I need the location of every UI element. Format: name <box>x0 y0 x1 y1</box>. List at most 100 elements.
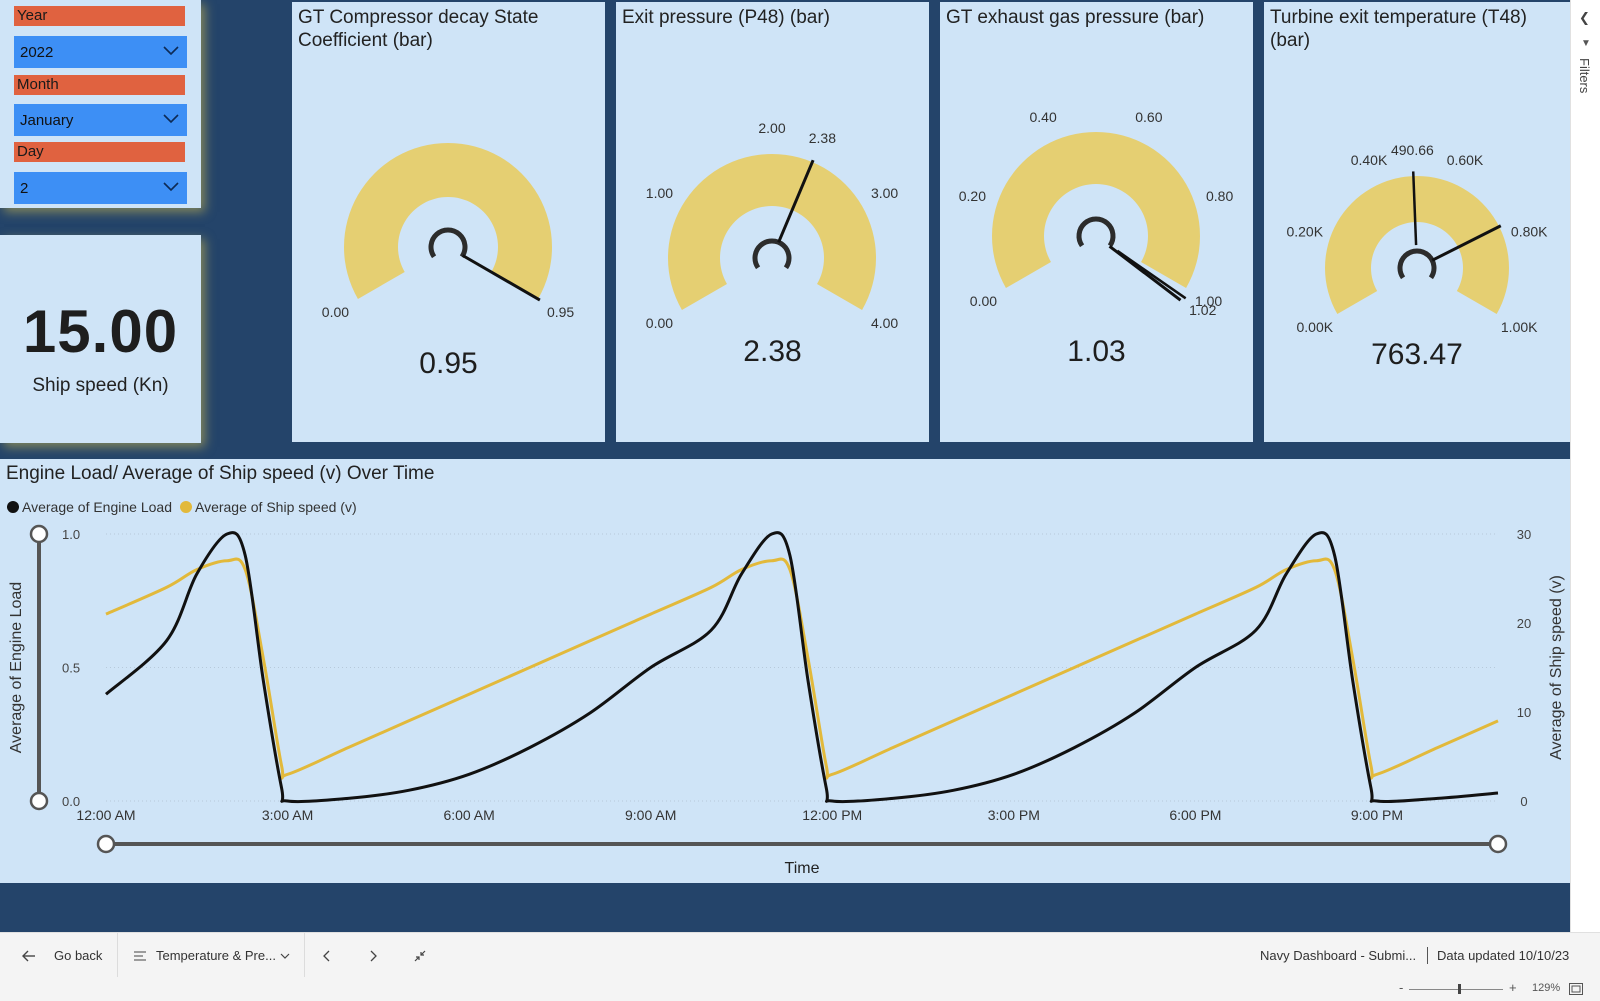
gauge-tick-label: 1.00 <box>646 185 673 201</box>
page-name: Temperature & Pre... <box>156 948 276 963</box>
x-tick-label: 3:00 PM <box>988 807 1040 823</box>
year-dropdown-value: 2022 <box>20 44 54 61</box>
gauge-hub <box>428 227 468 259</box>
ship-speed-label: Ship speed (Kn) <box>32 375 169 396</box>
x-zoom-slider-handle[interactable] <box>96 834 116 854</box>
menu-lines-icon <box>134 951 146 960</box>
legend-label: Average of Ship speed (v) <box>194 499 357 515</box>
data-updated-text: Data updated 10/10/23 <box>1437 948 1570 963</box>
gauge-value: 763.47 <box>1371 338 1463 371</box>
x-zoom-slider-handle[interactable] <box>1488 834 1508 854</box>
gauge-value: 2.38 <box>743 335 802 368</box>
chart-title: Engine Load/ Average of Ship speed (v) O… <box>6 463 435 484</box>
gauge-tick-label: 0.40 <box>1029 109 1056 125</box>
chevron-down-icon <box>163 114 179 124</box>
gauge-tick-label: 4.00 <box>871 315 898 331</box>
month-dropdown[interactable]: January <box>14 104 187 136</box>
gauge-tick-label: 0.00 <box>322 304 349 320</box>
zoom-slider-handle[interactable] <box>1458 984 1461 994</box>
divider <box>304 933 305 978</box>
gauge-tick-label: 3.00 <box>871 185 898 201</box>
month-dropdown-value: January <box>20 112 74 129</box>
gauge-hub <box>752 238 792 270</box>
arrow-left-icon <box>22 950 35 961</box>
chevron-down-icon <box>280 953 290 959</box>
y2-tick-label: 10 <box>1517 705 1531 720</box>
gauge-tick-label: 0.00K <box>1297 319 1334 335</box>
zoom-in-button[interactable]: + <box>1509 980 1517 995</box>
gauge-turbine-exit-temperature[interactable]: Turbine exit temperature (T48) (bar) 0.0… <box>1264 2 1570 442</box>
gauge-tick-label: 0.60K <box>1447 152 1484 168</box>
zoom-level: 129% <box>1532 982 1561 994</box>
gauge-compressor-decay[interactable]: GT Compressor decay State Coefficient (b… <box>292 2 605 442</box>
x-tick-label: 12:00 AM <box>76 807 135 823</box>
collapse-arrows-icon <box>414 950 426 961</box>
gauge-tick-label: 0.20 <box>959 188 986 204</box>
y-zoom-slider-handle[interactable] <box>29 524 49 544</box>
day-dropdown[interactable]: 2 <box>14 172 187 204</box>
x-tick-label: 3:00 AM <box>262 807 313 823</box>
x-tick-label: 6:00 PM <box>1169 807 1221 823</box>
gauge-tick-label: 2.38 <box>809 130 836 146</box>
collapse-view-button[interactable] <box>413 933 427 978</box>
page-selector-button[interactable]: Temperature & Pre... <box>134 933 290 978</box>
gauge-tick-label: 0.95 <box>547 304 574 320</box>
year-dropdown[interactable]: 2022 <box>14 36 187 68</box>
day-dropdown-value: 2 <box>20 180 29 197</box>
gauge-tick-label: 0.00 <box>646 315 673 331</box>
y2-tick-label: 0 <box>1520 794 1527 809</box>
x-axis-title: Time <box>785 860 820 877</box>
gauge-svg: 0.00K 0.20K 0.40K490.66 0.60K 0.80K 1.00K <box>1286 142 1548 335</box>
chevron-down-icon <box>163 182 179 192</box>
y-axis-title: Average of Engine Load <box>8 582 25 753</box>
gauge-hub <box>1397 248 1437 280</box>
y2-axis-title: Average of Ship speed (v) <box>1548 575 1565 760</box>
y2-tick-label: 30 <box>1517 527 1531 542</box>
gauge-tick-label: 0.00 <box>970 293 997 309</box>
gauge-tick-label: 0.80 <box>1206 188 1233 204</box>
chart-legend: Average of Engine Load Average of Ship s… <box>7 499 357 515</box>
gauge-tick-label: 490.66 <box>1391 142 1434 158</box>
gauge-hub <box>1076 216 1116 248</box>
gauge-value: 0.95 <box>419 347 478 380</box>
ship-speed-value: 15.00 <box>22 298 179 365</box>
engine-load-speed-chart[interactable]: 0.0 0.5 1.0 0 10 20 30 12:00 AM 3:00 AM 6:00 AM 9:… <box>0 459 1570 883</box>
go-back-label: Go back <box>54 948 103 963</box>
previous-page-button[interactable] <box>323 933 331 978</box>
date-slicer-panel: Year 2022 Month January Day 2 <box>0 0 201 208</box>
zoom-status-bar: - + 129% <box>0 977 1600 1001</box>
x-tick-label: 9:00 PM <box>1351 807 1403 823</box>
go-back-button[interactable]: Go back <box>22 933 102 978</box>
year-slicer-label: Year <box>14 6 185 26</box>
legend-item-ship-speed[interactable]: Average of Ship speed (v) <box>179 499 357 515</box>
filters-pane-collapsed[interactable]: ❮ ▼ Filters <box>1570 0 1600 932</box>
x-tick-label: 6:00 AM <box>443 807 494 823</box>
y2-tick-label: 20 <box>1517 616 1531 631</box>
chevron-left-icon[interactable]: ❮ <box>1579 10 1590 26</box>
gauge-band <box>668 154 876 310</box>
next-page-button[interactable] <box>370 933 378 978</box>
zoom-out-button[interactable]: - <box>1399 980 1403 995</box>
report-canvas: Year 2022 Month January Day 2 15.00 Ship… <box>0 0 1570 932</box>
legend-dot <box>7 501 19 513</box>
gauge-band <box>992 132 1200 288</box>
fit-to-page-icon[interactable] <box>1569 983 1583 995</box>
legend-label: Average of Engine Load <box>22 499 172 515</box>
gauge-band <box>344 143 552 299</box>
divider <box>1427 947 1428 964</box>
chevron-left-icon <box>323 950 330 961</box>
divider <box>117 933 118 978</box>
legend-dot <box>179 501 192 513</box>
filter-icon: ▼ <box>1581 38 1591 49</box>
y-zoom-slider-handle[interactable] <box>29 791 49 811</box>
gauge-exit-pressure[interactable]: Exit pressure (P48) (bar) 0.00 1.00 2.00 2.… <box>616 2 929 442</box>
zoom-slider-track[interactable] <box>1409 989 1503 990</box>
legend-item-engine-load[interactable]: Average of Engine Load <box>7 499 172 515</box>
x-tick-label: 9:00 AM <box>625 807 676 823</box>
gauge-exhaust-gas-pressure[interactable]: GT exhaust gas pressure (bar) 0.00 0.20 0.… <box>940 2 1253 442</box>
ship-speed-card[interactable]: 15.00 Ship speed (Kn) <box>0 235 201 443</box>
line-chart-svg: 0.00.51.0010203012:00 AM 3:00 AM 6:00 AM 9:… <box>8 524 1565 877</box>
gauge-tick-label: 0.80K <box>1511 224 1548 240</box>
gauge-tick-label: 0.20K <box>1286 224 1323 240</box>
series-line-ship-speed[interactable] <box>105 557 1499 780</box>
